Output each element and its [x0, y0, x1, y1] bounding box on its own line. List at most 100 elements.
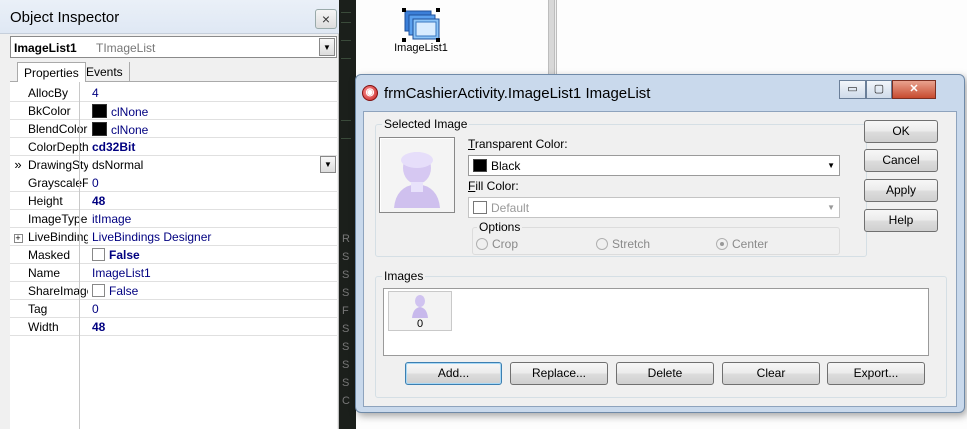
help-button[interactable]: Help: [864, 209, 938, 232]
selected-row-marker-icon: »: [14, 157, 22, 172]
row-gutter: [10, 264, 26, 282]
gutter-char: S: [342, 323, 350, 335]
imagelist-component-icon[interactable]: [400, 8, 442, 42]
property-value[interactable]: ImageList1: [92, 266, 151, 280]
property-value[interactable]: dsNormal: [92, 158, 143, 172]
property-value[interactable]: False: [92, 248, 140, 262]
component-name: ImageList1: [14, 41, 77, 55]
property-row[interactable]: AllocBy 4: [10, 84, 337, 102]
property-row[interactable]: »DrawingStyledsNormal▼: [10, 156, 337, 174]
property-row[interactable]: ShareImagesFalse: [10, 282, 337, 300]
property-value[interactable]: LiveBindings Designer: [92, 230, 211, 244]
row-gutter: [10, 138, 26, 156]
gutter-char: S: [342, 287, 350, 299]
gutter-char: S: [342, 341, 350, 353]
property-value[interactable]: False: [92, 284, 138, 298]
clear-button[interactable]: Clear: [722, 362, 820, 385]
ok-button[interactable]: OK: [864, 120, 938, 143]
property-row[interactable]: GrayscaleFactor0: [10, 174, 337, 192]
close-icon[interactable]: ×: [315, 9, 337, 29]
images-label: Images: [382, 269, 426, 283]
gutter-char: S: [342, 251, 350, 263]
cancel-button[interactable]: Cancel: [864, 149, 938, 172]
radio-icon: [476, 238, 488, 250]
row-gutter: [10, 120, 26, 138]
component-type: TImageList: [96, 41, 156, 55]
checkbox-icon[interactable]: [92, 248, 105, 261]
row-gutter: [10, 210, 26, 228]
property-row[interactable]: Masked False: [10, 246, 337, 264]
property-grid-divider[interactable]: [79, 82, 80, 429]
stretch-radio[interactable]: Stretch: [596, 237, 650, 251]
chevron-down-icon[interactable]: ▼: [319, 38, 335, 56]
dialog-title: frmCashierActivity.ImageList1 ImageList: [384, 85, 651, 102]
tab-events[interactable]: Events: [80, 62, 130, 82]
gutter-char: C: [342, 395, 350, 407]
center-radio[interactable]: Center: [716, 237, 768, 251]
property-value[interactable]: clNone: [92, 104, 148, 119]
chevron-down-icon[interactable]: ▼: [827, 203, 835, 212]
selected-image-group: Selected Image Transparent Color: Black …: [375, 117, 867, 257]
property-value[interactable]: itImage: [92, 212, 131, 226]
property-row[interactable]: Name ImageList1: [10, 264, 337, 282]
radio-icon: [596, 238, 608, 250]
row-gutter: [10, 318, 26, 336]
expand-icon[interactable]: +: [13, 234, 23, 243]
property-value[interactable]: 0: [92, 176, 99, 190]
row-gutter: [10, 282, 26, 300]
property-value[interactable]: 4: [92, 86, 99, 100]
row-gutter: [10, 192, 26, 210]
replace-button[interactable]: Replace...: [510, 362, 608, 385]
property-row[interactable]: ImageType itImage: [10, 210, 337, 228]
gutter-char: R: [342, 233, 350, 245]
crop-radio[interactable]: Crop: [476, 237, 518, 251]
row-gutter: [10, 102, 26, 120]
object-inspector-title: Object Inspector: [10, 9, 120, 26]
inspector-tabs: Properties Events: [10, 62, 337, 82]
minimize-icon[interactable]: ▭: [839, 80, 866, 99]
property-value[interactable]: clNone: [92, 122, 148, 137]
imagelist-editor-dialog: ◉ frmCashierActivity.ImageList1 ImageLis…: [355, 74, 965, 413]
maximize-icon[interactable]: ▢: [866, 80, 892, 99]
image-thumbnail[interactable]: 0: [388, 291, 452, 331]
property-value[interactable]: cd32Bit: [92, 140, 135, 154]
checkbox-icon[interactable]: [92, 284, 105, 297]
tab-properties[interactable]: Properties: [17, 62, 86, 82]
image-index: 0: [416, 318, 424, 330]
property-value[interactable]: 48: [92, 194, 105, 208]
property-value[interactable]: 0: [92, 302, 99, 316]
options-group: Options: [472, 220, 840, 255]
gutter-char: F: [342, 305, 349, 317]
property-row[interactable]: Width 48: [10, 318, 337, 336]
row-gutter: [10, 84, 26, 102]
gutter-char: S: [342, 269, 350, 281]
transparent-color-combo[interactable]: Black ▼: [468, 155, 840, 176]
apply-button[interactable]: Apply: [864, 179, 938, 202]
options-label: Options: [477, 220, 523, 234]
close-icon[interactable]: ✕: [892, 80, 936, 99]
export-button[interactable]: Export...: [827, 362, 925, 385]
images-list[interactable]: 0: [383, 288, 929, 356]
object-inspector-titlebar[interactable]: Object Inspector ×: [0, 0, 339, 34]
property-row[interactable]: Tag 0: [10, 300, 337, 318]
dialog-client-area: Selected Image Transparent Color: Black …: [363, 111, 957, 407]
gutter-char: S: [342, 359, 350, 371]
fill-color-combo[interactable]: Default ▼: [468, 197, 840, 218]
component-selector[interactable]: ImageList1 TImageList ▼: [10, 36, 337, 58]
chevron-down-icon[interactable]: ▼: [827, 161, 835, 170]
gutter-char: S: [342, 377, 350, 389]
property-row[interactable]: BlendColor clNone: [10, 120, 337, 138]
chevron-down-icon[interactable]: ▼: [320, 156, 336, 173]
property-row[interactable]: +LiveBindingsLiveBindings Designer: [10, 228, 337, 246]
property-value[interactable]: 48: [92, 320, 105, 334]
property-row[interactable]: ColorDepth cd32Bit: [10, 138, 337, 156]
color-swatch: [473, 201, 487, 214]
property-row[interactable]: Height 48: [10, 192, 337, 210]
fill-color-value: Default: [491, 201, 530, 215]
color-swatch: [92, 104, 107, 118]
row-gutter: [10, 300, 26, 318]
delete-button[interactable]: Delete: [616, 362, 714, 385]
property-grid[interactable]: AllocBy 4 BkColor clNone BlendColor clNone Col…: [10, 82, 337, 429]
property-row[interactable]: BkColor clNone: [10, 102, 337, 120]
add-button[interactable]: Add...: [405, 362, 502, 385]
